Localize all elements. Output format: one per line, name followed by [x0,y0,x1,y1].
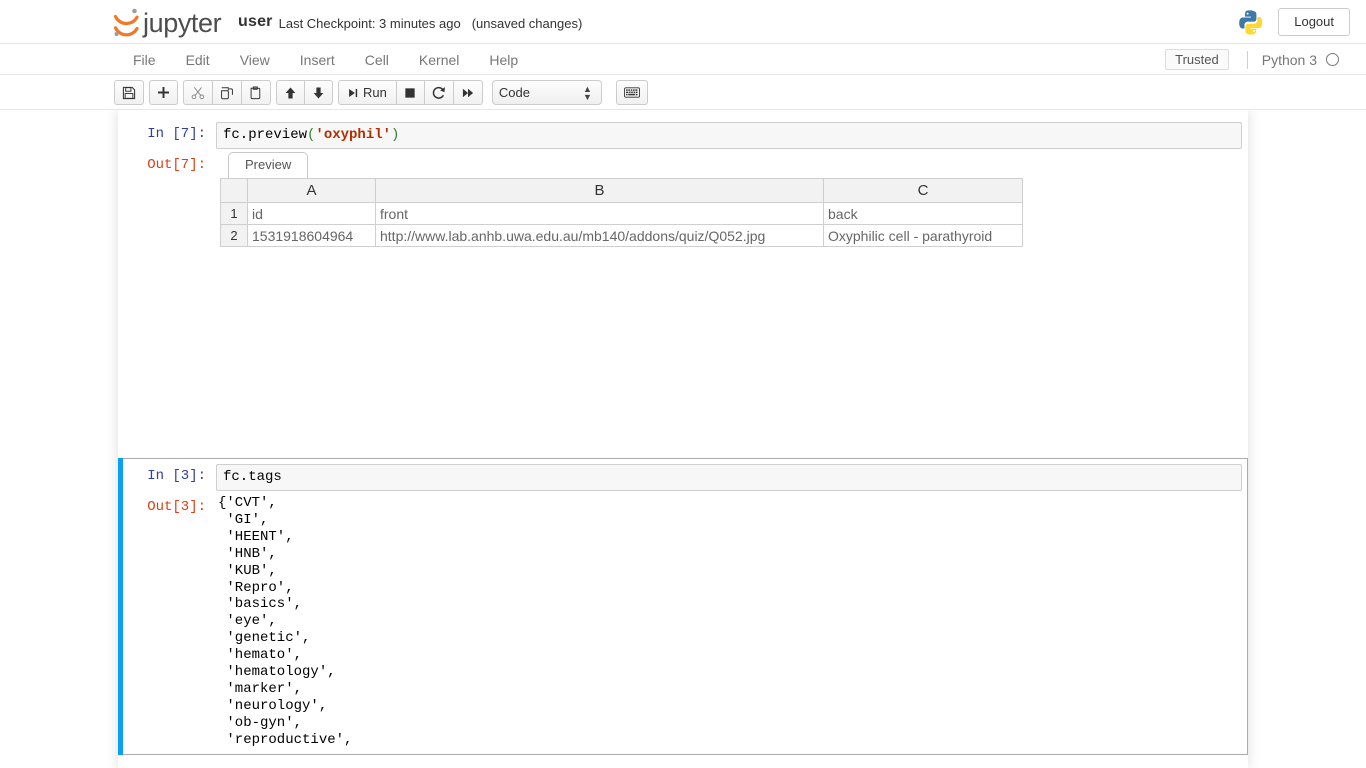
command-palette-button[interactable] [615,80,648,105]
kernel-name-label: Python 3 [1261,51,1317,68]
input-prompt: In [3]: [147,468,206,484]
notebook-name[interactable]: user [238,13,273,31]
preview-widget: Preview A B C 1 id front back 2 15319186… [216,152,1242,247]
python-logo-icon [1239,10,1263,35]
kernel-idle-circle-icon[interactable] [1326,53,1339,66]
header-right-group: Logout [1238,0,1350,44]
output-text: {'CVT', 'GI', 'HEENT', 'HNB', 'KUB', 'Re… [218,495,353,748]
table-cell-a1[interactable]: id [247,202,376,225]
tab-preview[interactable]: Preview [228,152,309,178]
run-control-group: Run [338,80,483,105]
notebook-title-group: user Last Checkpoint: 3 minutes ago (uns… [238,0,582,44]
code-editor[interactable]: fc.tags [216,464,1242,491]
run-cell-button[interactable]: Run [338,80,397,105]
save-button[interactable] [114,80,144,105]
checkpoint-status: Last Checkpoint: 3 minutes ago [278,15,461,31]
notebook-body: In [7]: fc.preview('oxyphil') Out[7]: Pr… [0,110,1366,768]
restart-kernel-button[interactable] [423,80,454,105]
move-cell-up-button[interactable] [276,80,305,105]
cell-output-row: Out[7]: Preview A B C 1 id front back 2 … [124,149,1242,247]
jupyter-logo-link[interactable]: jupyter [110,4,238,40]
output-prompt: Out[3]: [147,499,206,515]
arrow-down-icon [313,86,324,99]
menu-item-edit[interactable]: Edit [171,44,225,75]
cut-cell-button[interactable] [183,80,213,105]
row-header: 2 [220,224,248,247]
run-button-label: Run [363,85,387,100]
keyboard-icon [623,87,640,98]
menu-item-insert[interactable]: Insert [285,44,350,75]
logout-button[interactable]: Logout [1278,7,1350,37]
paste-icon [250,85,261,99]
preview-table: A B C 1 id front back 2 1531918604964 ht… [220,178,1023,247]
row-header: 1 [220,202,248,225]
paste-cell-button[interactable] [241,80,271,105]
table-cell-c1[interactable]: back [823,202,1023,225]
restart-circle-icon [432,86,445,99]
fast-forward-icon [462,88,473,97]
table-cell-c2[interactable]: Oxyphilic cell - parathyroid [823,224,1023,247]
column-header-a[interactable]: A [247,178,376,203]
toolbar: Run Code ▲ ▼ [0,75,1366,110]
code-token-string: 'oxyphil' [315,127,392,143]
cell-input-row: In [3]: fc.tags [124,464,1242,491]
code-token-call: fc.preview [223,127,308,143]
table-cell-b2[interactable]: http://www.lab.anhb.uwa.edu.au/mb140/add… [375,224,824,247]
arrow-up-icon [285,86,296,99]
insert-group [149,80,178,105]
code-editor[interactable]: fc.preview('oxyphil') [216,122,1242,149]
modified-status: (unsaved changes) [471,15,583,31]
clipboard-group [183,80,271,105]
plus-icon [157,86,170,99]
output-area: {'CVT', 'GI', 'HEENT', 'HNB', 'KUB', 'Re… [216,495,1242,749]
svg-text:jupyter: jupyter [142,8,222,38]
output-prompt: Out[7]: [147,157,206,173]
copy-icon [221,86,233,99]
jupyter-logo-icon: jupyter [113,8,222,38]
stop-square-icon [405,87,416,98]
save-group [114,80,144,105]
table-cell-b1[interactable]: front [375,202,824,225]
trusted-badge[interactable]: Trusted [1165,49,1229,70]
code-cell-tags[interactable]: In [3]: fc.tags Out[3]: {'CVT', 'GI', 'H… [118,458,1248,755]
restart-run-all-button[interactable] [452,80,483,105]
menu-item-file[interactable]: File [118,44,171,75]
output-area: Preview A B C 1 id front back 2 15319186… [216,152,1242,247]
table-header-row: A B C [220,178,1023,203]
code-token-close-paren: ) [391,127,400,143]
palette-group [615,80,648,105]
scissors-icon [191,86,205,99]
menu-item-kernel[interactable]: Kernel [404,44,474,75]
menu-item-help[interactable]: Help [474,44,533,75]
code-cell-preview[interactable]: In [7]: fc.preview('oxyphil') Out[7]: Pr… [118,116,1248,458]
play-step-icon [349,88,358,97]
preview-tabstrip: Preview [228,152,1242,178]
input-prompt: In [7]: [147,126,206,142]
cell-type-select[interactable]: Code Markdown Raw NBConvert Heading [491,80,602,105]
divider [1246,50,1248,69]
interrupt-kernel-button[interactable] [395,80,425,105]
floppy-disk-icon [122,86,136,99]
copy-cell-button[interactable] [212,80,242,105]
column-header-b[interactable]: B [375,178,824,203]
column-header-c[interactable]: C [823,178,1023,203]
table-cell-a2[interactable]: 1531918604964 [247,224,376,247]
cell-type-select-wrapper: Code Markdown Raw NBConvert Heading ▲▼ [488,80,616,105]
cell-output-row: Out[3]: {'CVT', 'GI', 'HEENT', 'HNB', 'K… [124,491,1242,749]
move-group [276,80,333,105]
column-header-corner [220,178,248,203]
table-row[interactable]: 1 id front back [220,202,1023,225]
table-row[interactable]: 2 1531918604964 http://www.lab.anhb.uwa.… [220,224,1023,247]
cell-input-row: In [7]: fc.preview('oxyphil') [124,122,1242,149]
notebook-container: In [7]: fc.preview('oxyphil') Out[7]: Pr… [118,110,1248,768]
code-token-expression: fc.tags [223,469,282,485]
output-spacer [124,247,1242,452]
menu-item-cell[interactable]: Cell [350,44,404,75]
move-cell-down-button[interactable] [304,80,333,105]
menu-bar: File Edit View Insert Cell Kernel Help T… [0,44,1366,75]
menu-item-view[interactable]: View [225,44,285,75]
insert-cell-below-button[interactable] [149,80,178,105]
header-bar: jupyter user Last Checkpoint: 3 minutes … [0,0,1366,44]
